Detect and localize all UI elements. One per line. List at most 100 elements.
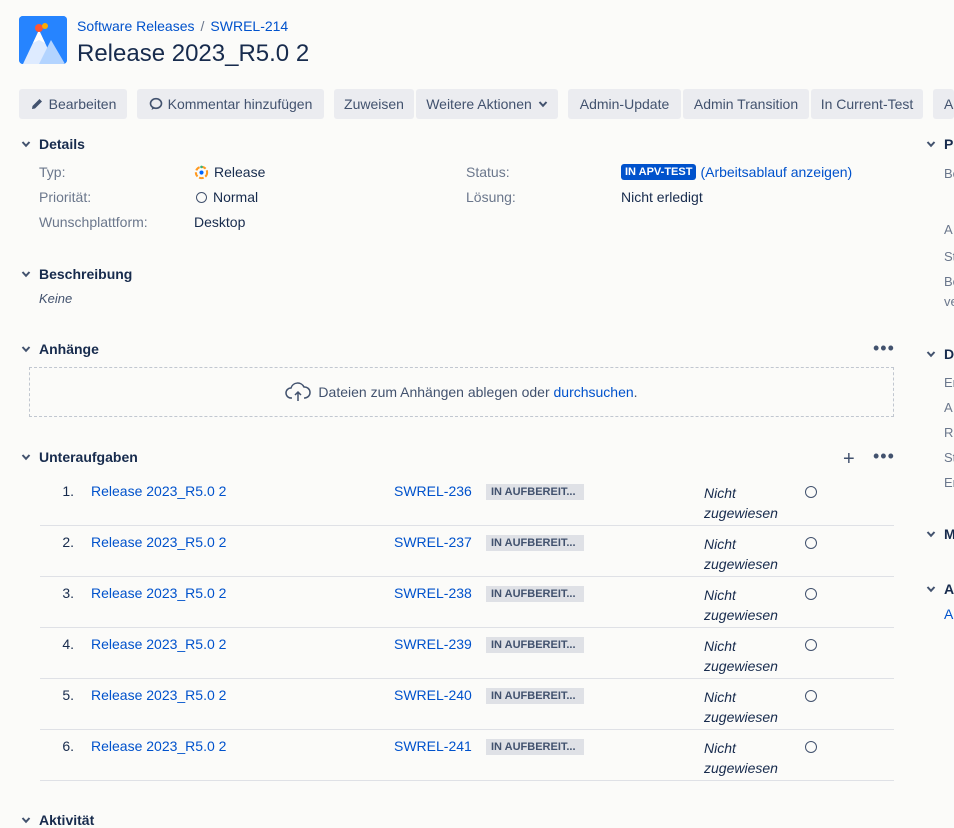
subtask-key-link[interactable]: SWREL-239 (394, 636, 472, 652)
add-comment-button[interactable]: Kommentar hinzufügen (137, 89, 324, 119)
chevron-down-icon (538, 99, 548, 109)
table-row[interactable]: 3. Release 2023_R5.0 2 SWREL-238 IN AUFBERE… (40, 576, 894, 628)
a-section-link[interactable]: A (944, 606, 953, 622)
subtask-status-badge[interactable]: IN AUFBEREIT... (486, 739, 584, 755)
type-label: Typ: (39, 164, 66, 180)
subtask-assignee: Nicht zugewiesen (704, 740, 778, 776)
subtask-summary-link[interactable]: Release 2023_R5.0 2 (91, 636, 226, 652)
workflow-link[interactable]: (Arbeitsablauf anzeigen) (700, 164, 852, 180)
people-field-3: St (944, 249, 954, 264)
subtask-summary-link[interactable]: Release 2023_R5.0 2 (91, 738, 226, 754)
subtask-status-badge[interactable]: IN AUFBEREIT... (486, 484, 584, 500)
edit-button[interactable]: Bearbeiten (19, 89, 127, 119)
more-actions-label: Weitere Aktionen (426, 96, 532, 112)
people-field-5: ve (944, 294, 954, 309)
priority-label: Priorität: (39, 189, 92, 205)
clipped-toolbar-button[interactable]: A (933, 89, 954, 119)
admin-transition-button[interactable]: Admin Transition (683, 89, 809, 119)
subtask-summary-link[interactable]: Release 2023_R5.0 2 (91, 585, 226, 601)
platform-value: Desktop (194, 214, 246, 230)
subtask-summary-link[interactable]: Release 2023_R5.0 2 (91, 483, 226, 499)
priority-normal-icon (196, 191, 207, 203)
subtask-status-badge[interactable]: IN AUFBEREIT... (486, 535, 584, 551)
description-value[interactable]: Keine (39, 291, 72, 306)
dates-heading: D (944, 346, 954, 362)
dates-field-3: Re (944, 425, 954, 440)
browse-link[interactable]: durchsuchen (554, 384, 634, 400)
dates-field-1: Er (944, 375, 954, 390)
a-section-toggle[interactable]: A (924, 581, 954, 597)
in-current-test-label: In Current-Test (820, 96, 914, 112)
subtask-assignee: Nicht zugewiesen (704, 587, 778, 623)
description-section-toggle[interactable]: Beschreibung (19, 266, 132, 282)
assign-button-label: Zuweisen (344, 96, 404, 112)
more-actions-button[interactable]: Weitere Aktionen (416, 89, 558, 119)
details-section-toggle[interactable]: Details (19, 136, 85, 152)
subtask-key-link[interactable]: SWREL-236 (394, 483, 472, 499)
subtask-assignee: Nicht zugewiesen (704, 689, 778, 725)
subtasks-section-toggle[interactable]: Unteraufgaben (19, 449, 138, 465)
chevron-down-icon (19, 342, 33, 356)
type-value-text: Release (214, 164, 266, 180)
admin-transition-label: Admin Transition (693, 96, 799, 112)
subtask-key-link[interactable]: SWREL-238 (394, 585, 472, 601)
table-row[interactable]: 6. Release 2023_R5.0 2 SWREL-241 IN AUFBERE… (40, 729, 894, 781)
people-field-4: Be (944, 274, 954, 289)
priority-value: Normal (196, 189, 258, 205)
add-comment-label: Kommentar hinzufügen (167, 96, 313, 112)
subtask-key-link[interactable]: SWREL-241 (394, 738, 472, 754)
table-row[interactable]: 4. Release 2023_R5.0 2 SWREL-239 IN AUFBERE… (40, 627, 894, 679)
priority-normal-icon (805, 537, 817, 549)
dates-field-4: St (944, 450, 954, 465)
m-heading: M (944, 526, 954, 542)
subtasks-more-icon[interactable]: ••• (873, 447, 895, 465)
comment-icon (149, 97, 163, 111)
admin-update-label: Admin-Update (579, 96, 670, 112)
subtask-assignee: Nicht zugewiesen (704, 485, 778, 521)
release-type-icon (194, 165, 209, 180)
attachments-more-icon[interactable]: ••• (873, 339, 895, 357)
subtask-status-badge[interactable]: IN AUFBEREIT... (486, 586, 584, 602)
chevron-down-icon (924, 527, 938, 541)
attachments-section-toggle[interactable]: Anhänge (19, 341, 99, 357)
people-section-toggle[interactable]: Pe (924, 136, 954, 152)
table-row[interactable]: 2. Release 2023_R5.0 2 SWREL-237 IN AUFBERE… (40, 525, 894, 577)
attachment-dropzone[interactable]: Dateien zum Anhängen ablegen oder durchs… (29, 367, 894, 417)
chevron-down-icon (924, 582, 938, 596)
activity-section-toggle[interactable]: Aktivität (19, 812, 94, 828)
subtask-key-link[interactable]: SWREL-237 (394, 534, 472, 550)
subtask-summary-link[interactable]: Release 2023_R5.0 2 (91, 534, 226, 550)
page-title: Release 2023_R5.0 2 (77, 40, 310, 67)
subtask-key-link[interactable]: SWREL-240 (394, 687, 472, 703)
chevron-down-icon (19, 450, 33, 464)
subtask-status-badge[interactable]: IN AUFBEREIT... (486, 688, 584, 704)
status-value: IN APV-TEST (Arbeitsablauf anzeigen) (621, 164, 852, 180)
in-current-test-button[interactable]: In Current-Test (811, 89, 923, 119)
subtask-summary-link[interactable]: Release 2023_R5.0 2 (91, 687, 226, 703)
subtask-number: 5. (62, 687, 74, 703)
priority-normal-icon (805, 588, 817, 600)
chevron-down-icon (924, 347, 938, 361)
table-row[interactable]: 5. Release 2023_R5.0 2 SWREL-240 IN AUFBERE… (40, 678, 894, 730)
breadcrumb-issue-link[interactable]: SWREL-214 (210, 18, 288, 34)
priority-normal-icon (805, 690, 817, 702)
dates-field-5: Er (944, 475, 954, 490)
priority-normal-icon (805, 741, 817, 753)
subtask-assignee: Nicht zugewiesen (704, 536, 778, 572)
people-field-2: A (944, 222, 953, 237)
table-row[interactable]: 1. Release 2023_R5.0 2 SWREL-236 IN AUFBERE… (40, 474, 894, 526)
edit-button-label: Bearbeiten (48, 96, 117, 112)
subtask-status-badge[interactable]: IN AUFBEREIT... (486, 637, 584, 653)
resolution-label: Lösung: (466, 189, 516, 205)
m-section-toggle[interactable]: M (924, 526, 954, 542)
plus-icon[interactable]: + (843, 449, 855, 469)
assign-button[interactable]: Zuweisen (334, 89, 414, 119)
breadcrumb-project-link[interactable]: Software Releases (77, 18, 195, 34)
chevron-down-icon (19, 137, 33, 151)
dates-section-toggle[interactable]: D (924, 346, 954, 362)
chevron-down-icon (924, 137, 938, 151)
breadcrumb-separator: / (200, 18, 205, 34)
project-mountain-icon[interactable] (19, 16, 67, 64)
admin-update-button[interactable]: Admin-Update (568, 89, 681, 119)
status-badge[interactable]: IN APV-TEST (621, 164, 697, 180)
